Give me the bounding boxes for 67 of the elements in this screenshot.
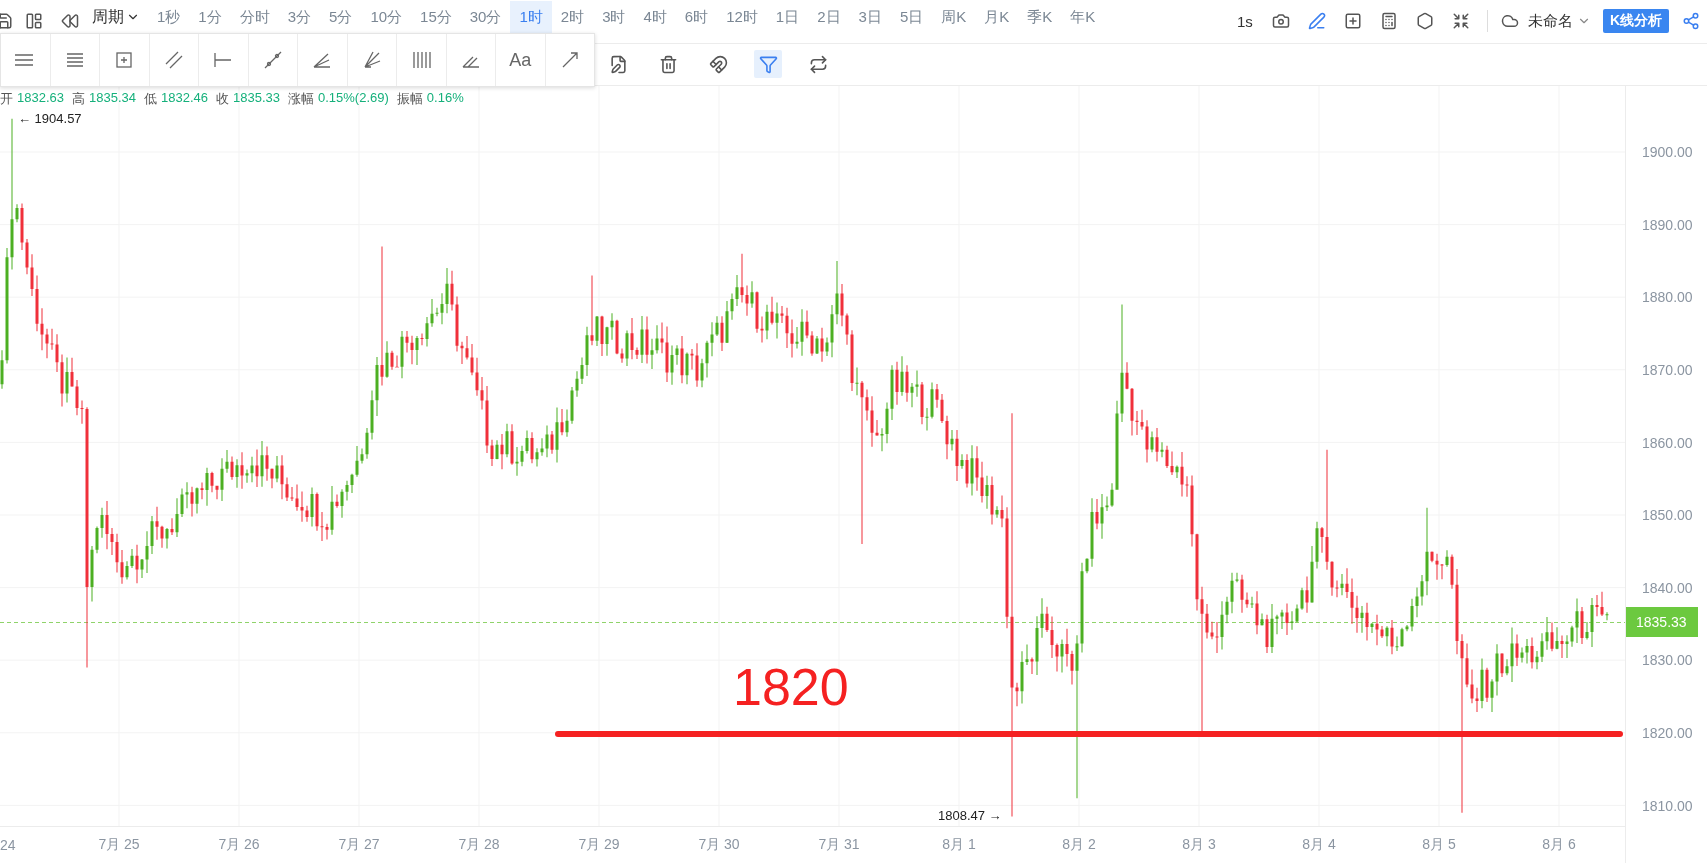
price-label: 1830.00 [1642, 652, 1693, 669]
quote-label: 开 [0, 90, 13, 108]
price-label: 1900.00 [1642, 144, 1693, 161]
quote-value: 0.15%(2.69) [318, 90, 389, 107]
quote-value: 1835.33 [233, 90, 280, 107]
date-label: 8月 6 [1541, 836, 1577, 854]
price-label: 1870.00 [1642, 362, 1693, 379]
period-tab[interactable]: 2时 [551, 1, 594, 33]
price-label: 1850.00 [1642, 507, 1693, 524]
price-label: 1840.00 [1642, 579, 1693, 596]
current-price-badge: 1835.33 [1626, 607, 1698, 637]
period-dropdown[interactable]: 周期 [88, 1, 148, 33]
period-tab[interactable]: 2日 [808, 1, 850, 33]
period-tab[interactable]: 1分 [189, 1, 231, 33]
date-label: 8月 2 [1061, 836, 1097, 854]
analysis-button[interactable]: K线分析 [1602, 9, 1669, 34]
period-tab[interactable]: 分时 [230, 1, 279, 33]
date-label: 7月 25 [97, 836, 141, 854]
text-tool-button[interactable]: Aa [496, 34, 546, 86]
refresh-interval[interactable]: 1s [1237, 12, 1253, 30]
quote-label: 涨幅 [288, 90, 314, 108]
price-label: 1810.00 [1642, 797, 1693, 814]
period-tab[interactable]: 30分 [460, 1, 511, 33]
period-tab[interactable]: 3分 [278, 1, 321, 33]
date-label: 7月 30 [697, 836, 741, 854]
date-label: 8月 3 [1181, 836, 1217, 854]
annotation-text: 1820 [733, 661, 849, 713]
price-label: 1860.00 [1642, 434, 1693, 451]
price-label: 1880.00 [1642, 289, 1693, 306]
price-label: 1890.00 [1642, 216, 1693, 233]
period-tab[interactable]: 季K [1018, 1, 1062, 33]
period-tab[interactable]: 15分 [411, 1, 461, 33]
quote-value: 1832.63 [17, 90, 64, 107]
date-label: 7月 31 [817, 836, 861, 854]
period-tab[interactable]: 年K [1061, 1, 1105, 33]
date-label: 8月 1 [941, 836, 977, 854]
date-label: 7月 26 [217, 836, 261, 854]
quote-label: 高 [72, 90, 85, 108]
price-label: 1820.00 [1642, 725, 1693, 742]
period-tab[interactable]: 3日 [849, 1, 891, 33]
period-tab[interactable]: 1时 [510, 1, 552, 33]
quote-value: 1835.34 [89, 90, 136, 107]
date-label: 7月 29 [577, 836, 621, 854]
period-tab[interactable]: 月K [975, 1, 1019, 33]
quote-value: 0.16% [426, 90, 464, 107]
period-tab[interactable]: 5分 [320, 1, 362, 33]
date-label: 8月 4 [1301, 836, 1337, 854]
low-price-marker: 1808.47 → [938, 808, 1002, 823]
quote-value: 1832.46 [161, 90, 208, 107]
period-tab[interactable]: 1秒 [148, 1, 190, 33]
period-tab[interactable]: 10分 [361, 1, 412, 33]
date-label: 24 [0, 837, 17, 853]
period-tab[interactable]: 周K [932, 1, 976, 33]
date-label: 8月 5 [1421, 836, 1457, 854]
date-label: 7月 28 [457, 836, 501, 854]
high-price-marker: ← 1904.57 [18, 111, 82, 126]
quote-label: 振幅 [396, 90, 423, 108]
period-tab[interactable]: 5日 [890, 1, 933, 33]
document-name-dropdown[interactable]: 未命名 [1523, 11, 1595, 31]
period-tab[interactable]: 12时 [717, 1, 767, 33]
quote-label: 低 [144, 90, 157, 108]
period-tab[interactable]: 4时 [634, 1, 676, 33]
period-tab[interactable]: 3时 [593, 1, 635, 33]
date-label: 7月 27 [337, 836, 381, 854]
period-tab[interactable]: 6时 [675, 1, 718, 33]
quote-label: 收 [216, 90, 229, 108]
period-tab[interactable]: 1日 [766, 1, 809, 33]
